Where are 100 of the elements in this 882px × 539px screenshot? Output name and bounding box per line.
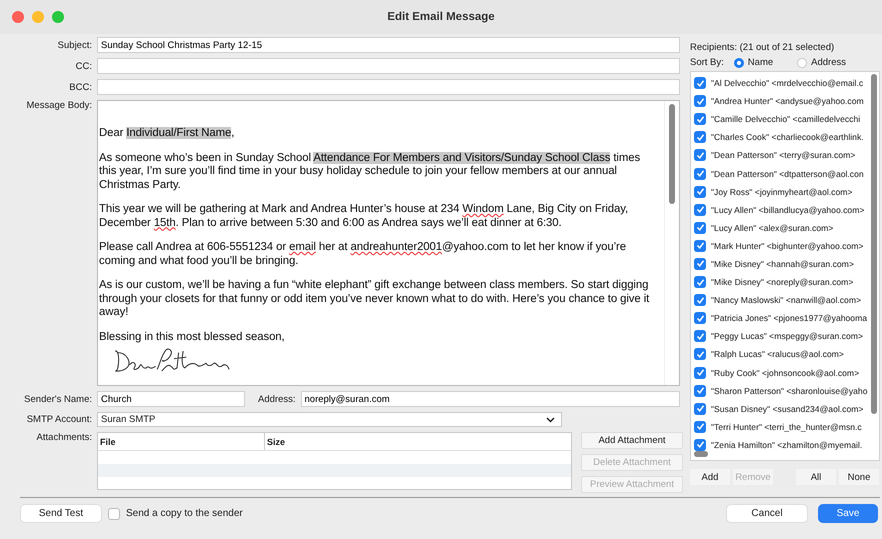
- recipient-item[interactable]: "Andrea Hunter" <andysue@yahoo.com: [691, 92, 879, 110]
- recipient-item[interactable]: "Dean Patterson" <dtpatterson@aol.con: [691, 164, 879, 183]
- checkbox[interactable]: [694, 149, 706, 162]
- recipient-label: "Lucy Allen" <alex@suran.com>: [711, 222, 834, 233]
- checkbox[interactable]: [694, 113, 706, 126]
- checkbox[interactable]: [694, 168, 706, 180]
- checkbox[interactable]: [694, 384, 706, 397]
- sort-label: Sort By:: [690, 57, 724, 68]
- recipient-label: "Lucy Allen" <billandlucya@yahoo.com>: [711, 204, 864, 215]
- message-paragraph: As is our custom, we’ll be having a fun “white elephant” gift exchange between class members. So start digging through your closets for that funny or odd item you’ve never known what to do with. Here’s you chance to give it away!: [99, 279, 650, 320]
- recipient-item[interactable]: "Lucy Allen" <alex@suran.com>: [691, 218, 879, 237]
- input-field[interactable]: [97, 79, 680, 95]
- checkbox[interactable]: [694, 258, 706, 270]
- input-field[interactable]: [97, 58, 680, 74]
- checkbox[interactable]: [694, 294, 706, 306]
- recipient-item[interactable]: "Charles Cook" <charliecook@earthlink.: [691, 128, 879, 146]
- field-label: Subject:: [56, 40, 92, 50]
- scrollbar-thumb[interactable]: [669, 104, 675, 204]
- cancel-button[interactable]: Cancel: [726, 504, 808, 523]
- chevron-icon: [546, 416, 555, 422]
- recipient-item[interactable]: "Joy Ross" <joyinmyheart@aol.com>: [691, 182, 879, 201]
- recipient-label: "Camille Delvecchio" <camilledelvecchi: [711, 114, 860, 124]
- recipient-item[interactable]: "Sharon Patterson" <sharonlouise@yaho: [691, 382, 879, 400]
- recipient-label: "Dean Patterson" <terry@suran.com>: [711, 150, 856, 160]
- recipients-heading: Recipients: (21 out of 21 selected): [690, 42, 836, 53]
- recipient-label: "Terri Hunter" <terri_the_hunter@msn.c: [711, 422, 862, 432]
- field-label: Address:: [258, 394, 296, 404]
- checkbox[interactable]: [694, 330, 706, 342]
- attachment-button[interactable]: Add Attachment: [581, 432, 683, 449]
- checkbox[interactable]: [694, 131, 706, 144]
- field-label: Sender's Name:: [23, 394, 92, 404]
- recipient-label: "Ralph Lucas" <ralucus@aol.com>: [711, 349, 844, 360]
- recipient-item[interactable]: "Peggy Lucas" <mspeggy@suran.com>: [691, 327, 879, 346]
- list-button[interactable]: All: [796, 469, 836, 485]
- checkbox[interactable]: [694, 420, 706, 433]
- checkbox[interactable]: [108, 508, 120, 520]
- input-field[interactable]: Church: [97, 391, 245, 407]
- recipient-item[interactable]: "Ruby Cook" <johnsoncook@aol.com>: [691, 364, 879, 382]
- checkbox[interactable]: [694, 402, 706, 415]
- recipient-item[interactable]: "Patricia Jones" <pjones1977@yahooma: [691, 309, 879, 328]
- checkbox[interactable]: [694, 95, 706, 108]
- recipient-item[interactable]: "Mike Disney" <hannah@suran.com>: [691, 254, 879, 274]
- recipient-label: "Sharon Patterson" <sharonlouise@yaho: [711, 386, 868, 396]
- recipient-label: "Mark Hunter" <bighunter@yahoo.com>: [711, 240, 864, 251]
- recipient-label: "Nancy Maslowski" <nanwill@aol.com>: [711, 295, 861, 306]
- recipient-label: "Patricia Jones" <pjones1977@yahooma: [711, 313, 868, 324]
- recipient-item[interactable]: "Lucy Allen" <billandlucya@yahoo.com>: [691, 200, 879, 219]
- checkbox-label: Send a copy to the sender: [126, 508, 243, 519]
- recipient-item[interactable]: "Mike Disney" <noreply@suran.com>: [691, 273, 879, 292]
- recipient-label: "Ruby Cook" <johnsoncook@aol.com>: [711, 368, 860, 378]
- recipient-item[interactable]: "Dean Patterson" <terry@suran.com>: [691, 146, 879, 164]
- recipient-label: "Mike Disney" <hannah@suran.com>: [711, 258, 854, 269]
- recipient-item[interactable]: "Susan Disney" <susand234@aol.com>: [691, 400, 879, 418]
- save-button[interactable]: Save: [818, 504, 878, 523]
- recipient-label: "Andrea Hunter" <andysue@yahoo.com: [711, 96, 864, 106]
- scrollbar-thumb[interactable]: [694, 451, 708, 457]
- checkbox[interactable]: [694, 186, 706, 198]
- input-field[interactable]: noreply@suran.com: [300, 391, 680, 407]
- recipient-item[interactable]: "Terri Hunter" <terri_the_hunter@msn.c: [691, 418, 879, 436]
- checkbox[interactable]: [694, 77, 706, 90]
- message-paragraph: This year we will be gathering at Mark and Andrea Hunter’s house at 234 Windom Lane, Big City on Friday, December 15th. Plan to arrive between 5:30 and 6:00 as Andrea says we’ll eat dinner at 6:30.: [99, 203, 630, 230]
- recipient-item[interactable]: "Al Delvecchio" <mrdelvecchio@email.c: [691, 74, 879, 92]
- recipient-label: "Mike Disney" <noreply@suran.com>: [711, 277, 854, 288]
- recipient-label: "Al Delvecchio" <mrdelvecchio@email.c: [711, 78, 864, 88]
- message-paragraph: Dear Individual/First Name,: [99, 127, 236, 140]
- message-paragraph: As someone who’s been in Sunday School Attendance For Members and Visitors/Sunday School Class times this year, I’m sure you’ll find time in your busy holiday schedule to join your fellow members at our annual Christmas Party.: [99, 152, 642, 192]
- window-title: Edit Email Message: [387, 11, 495, 23]
- checkbox[interactable]: [694, 204, 706, 216]
- recipient-item[interactable]: "Ralph Lucas" <ralucus@aol.com>: [691, 345, 879, 364]
- recipient-label: "Susan Disney" <susand234@aol.com>: [711, 404, 864, 414]
- recipient-item[interactable]: "Mark Hunter" <bighunter@yahoo.com>: [691, 236, 879, 255]
- recipient-item[interactable]: "Zenia Hamilton" <zhamilton@myemail.: [691, 436, 879, 454]
- list-button[interactable]: Add: [690, 469, 730, 485]
- scrollbar-thumb[interactable]: [871, 74, 877, 414]
- checkbox[interactable]: [694, 276, 706, 288]
- column-header[interactable]: Size: [265, 433, 571, 450]
- recipient-item[interactable]: "Nancy Maslowski" <nanwill@aol.com>: [691, 291, 879, 310]
- attachments-table[interactable]: File Size: [97, 432, 572, 490]
- message-body-field[interactable]: [97, 100, 680, 386]
- checkbox[interactable]: [694, 348, 706, 360]
- list-button[interactable]: None: [839, 469, 879, 485]
- checkbox[interactable]: [694, 438, 706, 451]
- close-button[interactable]: [12, 11, 24, 23]
- input-field[interactable]: Sunday School Christmas Party 12-15: [97, 37, 680, 53]
- recipient-label: "Joy Ross" <joyinmyheart@aol.com>: [711, 186, 852, 197]
- recipient-label: "Charles Cook" <charliecook@earthlink.: [711, 132, 864, 142]
- checkbox[interactable]: [694, 222, 706, 234]
- checkbox[interactable]: [694, 312, 706, 324]
- field-label: SMTP Account:: [26, 414, 92, 425]
- send-test-button[interactable]: Send Test: [20, 504, 102, 523]
- checkbox[interactable]: [694, 366, 706, 379]
- column-header[interactable]: File: [98, 433, 265, 450]
- sort-radio[interactable]: Name: [734, 57, 774, 68]
- recipient-item[interactable]: "Camille Delvecchio" <camilledelvecchi: [691, 110, 879, 128]
- field-label: Attachments:: [36, 432, 92, 443]
- sort-radio[interactable]: Address: [797, 57, 846, 68]
- field-label: CC:: [74, 60, 92, 72]
- field-label: Message Body:: [26, 100, 92, 111]
- smtp-dropdown[interactable]: Suran SMTP: [97, 412, 562, 427]
- checkbox[interactable]: [694, 240, 706, 252]
